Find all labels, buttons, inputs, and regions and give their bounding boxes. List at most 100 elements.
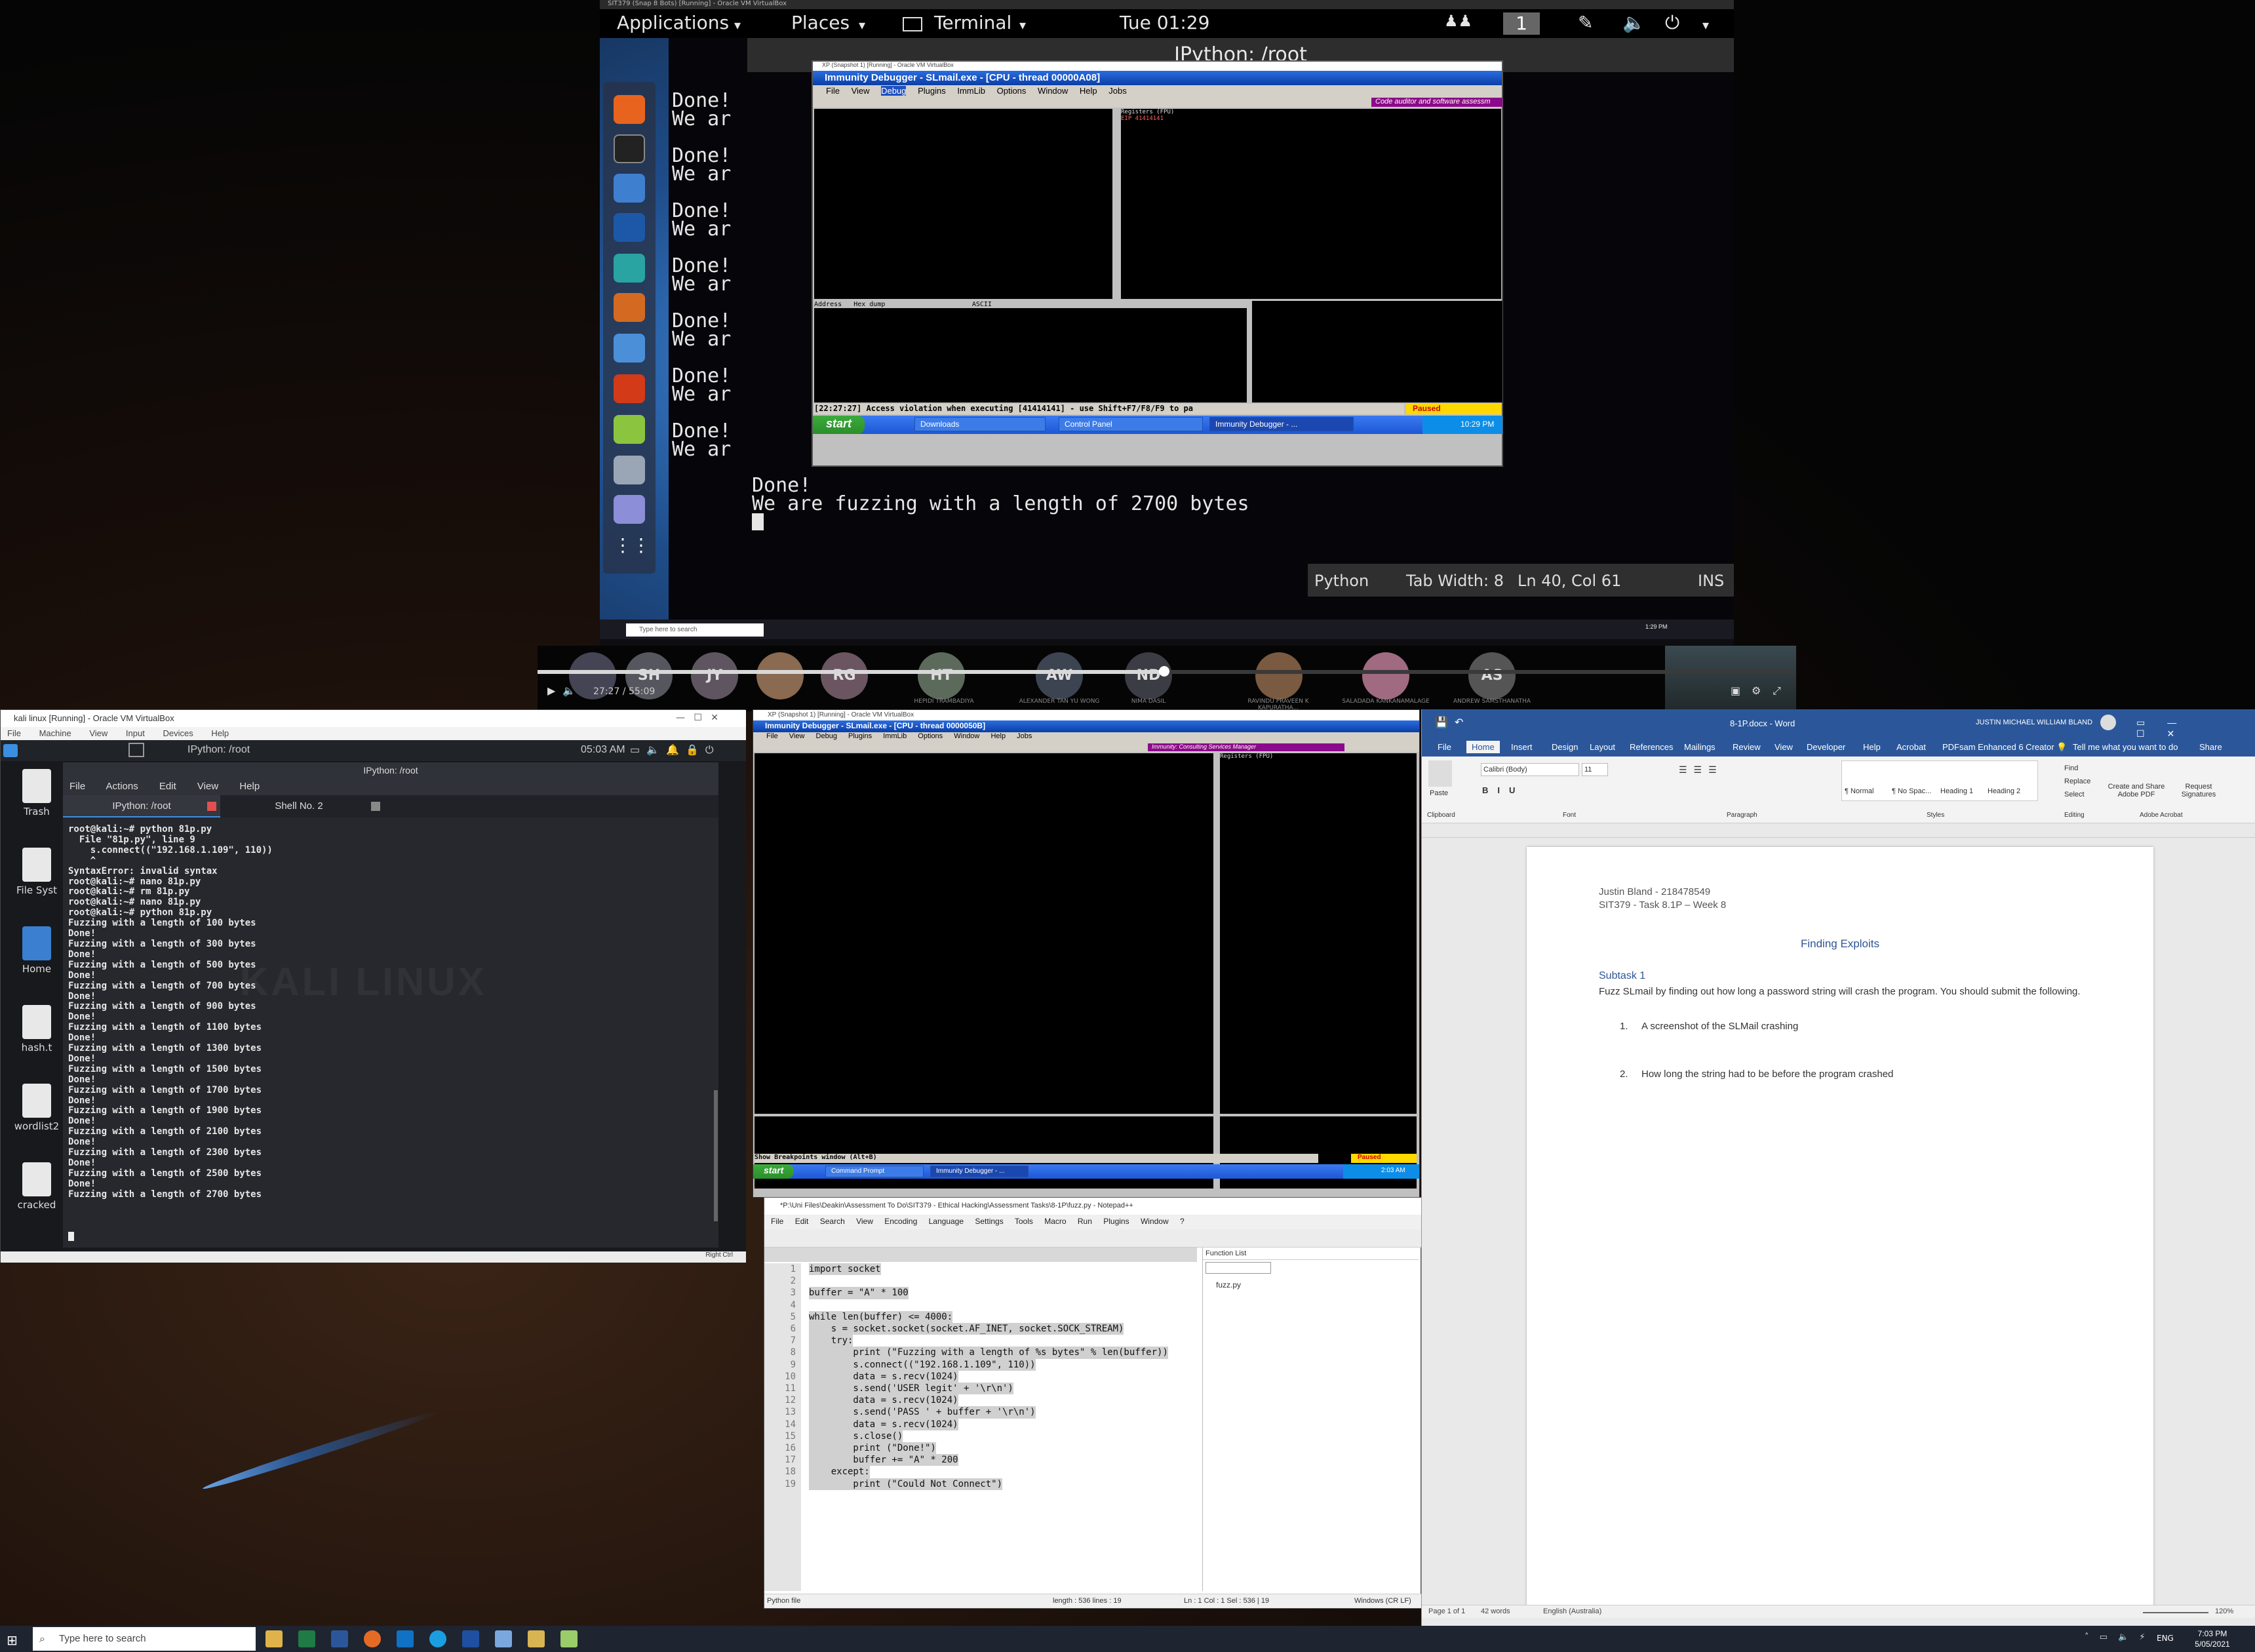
- menu-help[interactable]: Help: [990, 732, 1006, 740]
- windows-start-icon[interactable]: ⊞: [7, 1632, 18, 1648]
- terminal-icon[interactable]: [128, 743, 144, 757]
- style-heading-1[interactable]: Heading 1: [1940, 787, 1973, 795]
- menu-window[interactable]: Window: [1141, 1217, 1169, 1226]
- close-icon[interactable]: [371, 802, 380, 811]
- ruler[interactable]: [1422, 823, 2255, 838]
- tab-file[interactable]: File: [1438, 742, 1451, 752]
- create-pdf-button[interactable]: Create and Share Adobe PDF: [2107, 783, 2166, 798]
- tab-shell-2[interactable]: Shell No. 2: [220, 795, 378, 817]
- beef-icon[interactable]: [614, 334, 645, 363]
- menu-debug[interactable]: Debug: [881, 86, 907, 96]
- share-button[interactable]: Share: [2199, 742, 2222, 752]
- language[interactable]: English (Australia): [1543, 1607, 1601, 1615]
- folder-icon[interactable]: [528, 1630, 545, 1647]
- style-no-spacing[interactable]: ¶ No Spac...: [1892, 787, 1931, 795]
- menu-help[interactable]: Help: [1080, 86, 1097, 96]
- notepadpp-tabs[interactable]: [764, 1248, 1197, 1262]
- desktop-icon-home[interactable]: Home: [7, 926, 66, 975]
- select-button[interactable]: Select: [2064, 788, 2090, 801]
- menu-jobs[interactable]: Jobs: [1108, 86, 1126, 96]
- menu-file[interactable]: File: [771, 1217, 783, 1226]
- desktop-icon-filesystem[interactable]: File Syst: [7, 848, 66, 896]
- panel-task[interactable]: IPython: /root: [187, 744, 250, 756]
- vbox-menu-machine[interactable]: Machine: [39, 728, 71, 738]
- menu-window[interactable]: Window: [954, 732, 979, 740]
- menu-plugins[interactable]: Plugins: [848, 732, 872, 740]
- screenshot-icon[interactable]: [614, 456, 645, 484]
- applications-menu[interactable]: Applications: [617, 12, 729, 33]
- taskbar-clock[interactable]: 7:03 PM 5/05/2021: [2183, 1628, 2242, 1649]
- document-page[interactable]: Justin Bland - 218478549 SIT379 - Task 8…: [1527, 847, 2153, 1614]
- desktop-icon-hash[interactable]: hash.t: [7, 1005, 66, 1053]
- menu-debug[interactable]: Debug: [816, 732, 837, 740]
- save-icon[interactable]: 💾: [1435, 716, 1448, 729]
- font-size-select[interactable]: 11: [1582, 763, 1608, 776]
- tab-design[interactable]: Design: [1552, 742, 1578, 752]
- outlook-icon[interactable]: [397, 1630, 414, 1647]
- menu-edit[interactable]: Edit: [795, 1217, 809, 1226]
- menu-view[interactable]: View: [852, 86, 870, 96]
- places-menu[interactable]: Places: [791, 12, 850, 33]
- terminal-menu-actions[interactable]: Actions: [106, 781, 138, 792]
- tab-acrobat[interactable]: Acrobat: [1896, 742, 1926, 752]
- xp-start-button[interactable]: start: [753, 1164, 794, 1179]
- menu-language[interactable]: Language: [929, 1217, 964, 1226]
- language-indicator[interactable]: ENG: [2157, 1634, 2174, 1643]
- menu-immlib[interactable]: ImmLib: [957, 86, 985, 96]
- avatar[interactable]: HT: [918, 652, 965, 699]
- tab-pdfsam[interactable]: PDFsam Enhanced 6 Creator: [1942, 742, 2054, 752]
- menu-run[interactable]: Run: [1078, 1217, 1092, 1226]
- avatar[interactable]: AS: [1468, 652, 1516, 699]
- style-normal[interactable]: ¶ Normal: [1845, 787, 1873, 795]
- function-list-filter[interactable]: [1206, 1262, 1271, 1274]
- paragraph-buttons[interactable]: ☰☰☰: [1679, 764, 1723, 776]
- notepadpp-icon[interactable]: [560, 1630, 578, 1647]
- volume-icon[interactable]: 🔈: [562, 684, 576, 697]
- panel-tray-icons[interactable]: ▭🔈🔔🔒⏻: [630, 743, 720, 757]
- workspace-indicator[interactable]: 1: [1503, 12, 1540, 35]
- desktop-icon-trash[interactable]: Trash: [7, 769, 66, 817]
- xp-task-immunity[interactable]: Immunity Debugger - ...: [930, 1166, 1029, 1177]
- desktop-icon-wordlist[interactable]: wordlist2: [7, 1084, 66, 1132]
- menu-plugins[interactable]: Plugins: [1103, 1217, 1129, 1226]
- zoom-slider[interactable]: [2143, 1612, 2208, 1613]
- media-progress-knob[interactable]: [1159, 666, 1169, 677]
- tab-width-selector[interactable]: Tab Width: 8: [1406, 572, 1504, 590]
- menu-options[interactable]: Options: [918, 732, 943, 740]
- settings-icon[interactable]: ⚙: [1752, 684, 1761, 697]
- tab-mailings[interactable]: Mailings: [1684, 742, 1716, 752]
- avatar[interactable]: [2100, 715, 2116, 730]
- font-name-select[interactable]: Calibri (Body): [1481, 763, 1579, 776]
- request-signatures-button[interactable]: Request Signatures: [2176, 783, 2222, 798]
- tab-home[interactable]: Home: [1466, 741, 1500, 753]
- terminal-menu[interactable]: Terminal: [934, 12, 1011, 33]
- xp-task-downloads[interactable]: Downloads: [914, 417, 1046, 432]
- avatar[interactable]: RG: [821, 652, 868, 699]
- menu-file[interactable]: File: [826, 86, 840, 96]
- avatar-photo[interactable]: [756, 652, 804, 699]
- tab-ipython[interactable]: IPython: /root: [63, 795, 220, 817]
- show-apps-icon[interactable]: ⋮⋮: [614, 534, 650, 563]
- edge-icon[interactable]: [429, 1630, 446, 1647]
- terminal-menu-help[interactable]: Help: [239, 781, 260, 792]
- menu-encoding[interactable]: Encoding: [884, 1217, 917, 1226]
- terminal-menu-file[interactable]: File: [69, 781, 85, 792]
- kali-vm-icon[interactable]: [462, 1630, 479, 1647]
- desktop-icon-cracked[interactable]: cracked: [7, 1162, 66, 1211]
- vbox-menu-help[interactable]: Help: [211, 728, 229, 738]
- menu-tools[interactable]: Tools: [1015, 1217, 1033, 1226]
- vbox-menu-view[interactable]: View: [89, 728, 108, 738]
- code-editor[interactable]: 1 2 3 4 5 6 7 8 9 10 11 12 13 14 15 16 17 18 19 import soc…: [764, 1263, 1197, 1591]
- language-selector[interactable]: Python: [1314, 572, 1369, 590]
- paste-button[interactable]: Paste: [1430, 789, 1448, 797]
- tab-references[interactable]: References: [1630, 742, 1673, 752]
- files-icon[interactable]: [614, 174, 645, 203]
- window-controls[interactable]: — ☐ ✕: [676, 713, 718, 723]
- paste-icon[interactable]: [1428, 760, 1452, 787]
- system-tray-icons[interactable]: ˄ ▭ 🔈 ⚡: [2085, 1632, 2149, 1642]
- code-text[interactable]: import socket buffer = "A" * 100 while l…: [809, 1263, 1196, 1490]
- menu-help[interactable]: ?: [1180, 1217, 1185, 1226]
- captions-icon[interactable]: ▣: [1731, 684, 1740, 697]
- menu-options[interactable]: Options: [997, 86, 1027, 96]
- find-button[interactable]: Find: [2064, 762, 2090, 775]
